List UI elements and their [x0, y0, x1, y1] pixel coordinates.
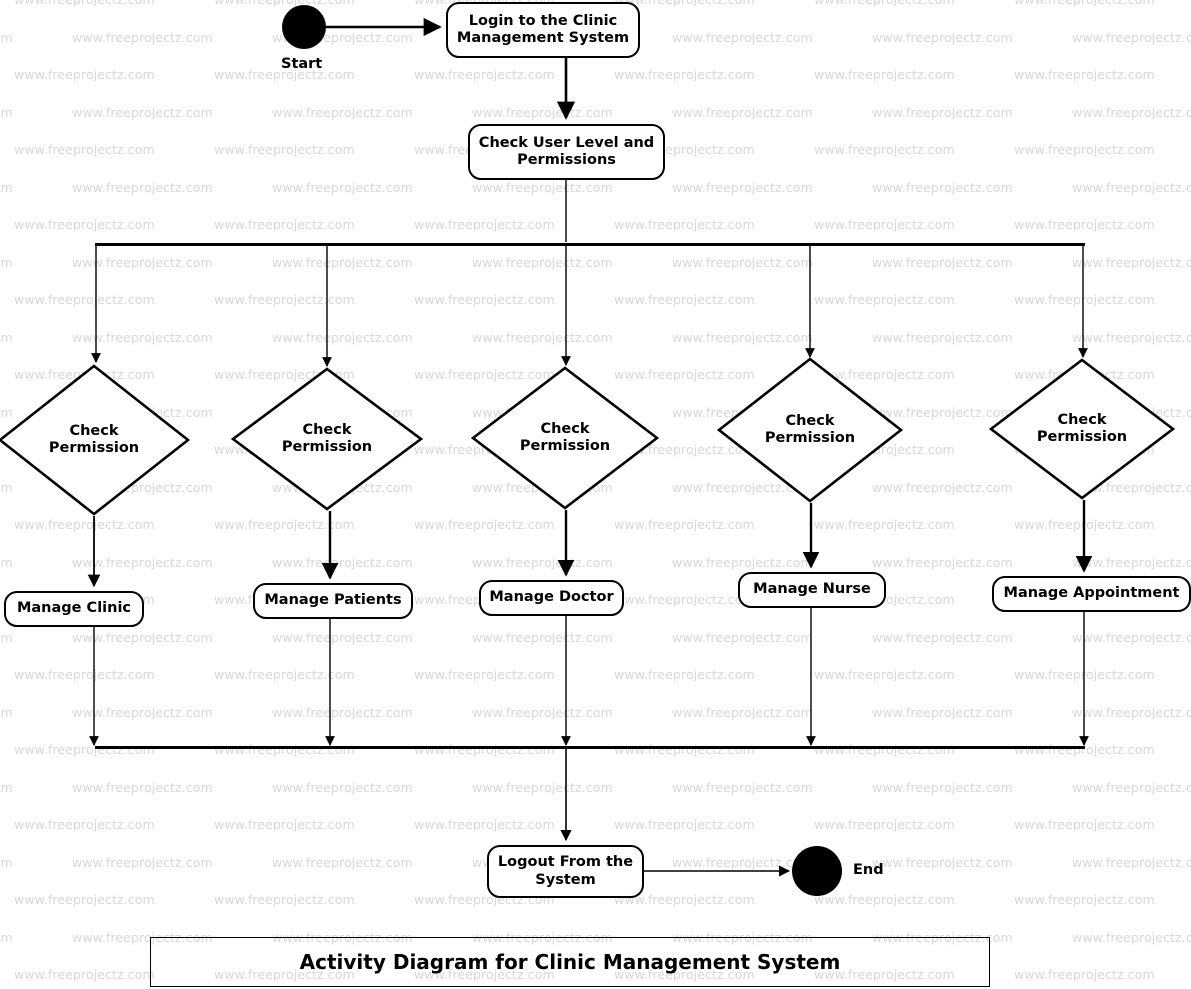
end-node[interactable]: [792, 846, 842, 896]
diagram-layer: Start End Login to the Clinic Management…: [0, 0, 1191, 989]
activity-node-manage-clinic[interactable]: Manage Clinic: [4, 591, 144, 627]
fork-bar: [95, 243, 1085, 246]
activity-node-manage-patients-label: Manage Patients: [264, 592, 402, 609]
decision-node-check-permission-2[interactable]: Check Permission: [230, 367, 424, 511]
activity-node-manage-appointment[interactable]: Manage Appointment: [992, 576, 1191, 612]
activity-node-manage-doctor-label: Manage Doctor: [489, 589, 614, 606]
start-node[interactable]: [282, 5, 326, 49]
end-node-label: End: [853, 862, 884, 878]
activity-node-manage-patients[interactable]: Manage Patients: [253, 583, 413, 619]
join-bar: [95, 746, 1085, 749]
activity-node-logout-label: Logout From the System: [497, 854, 634, 888]
activity-node-logout[interactable]: Logout From the System: [487, 845, 644, 898]
decision-node-check-permission-1[interactable]: Check Permission: [0, 364, 191, 516]
activity-node-manage-nurse-label: Manage Nurse: [753, 581, 871, 598]
decision-node-check-permission-5[interactable]: Check Permission: [988, 358, 1176, 500]
diagram-title: Activity Diagram for Clinic Management S…: [299, 950, 841, 974]
activity-node-manage-doctor[interactable]: Manage Doctor: [479, 580, 624, 616]
decision-node-check-permission-4[interactable]: Check Permission: [716, 357, 904, 503]
start-node-label: Start: [281, 56, 323, 72]
activity-node-check-user-level-label: Check User Level and Permissions: [478, 134, 655, 168]
diagram-title-box: Activity Diagram for Clinic Management S…: [150, 937, 990, 987]
activity-node-login-label: Login to the Clinic Management System: [456, 12, 630, 46]
activity-node-manage-appointment-label: Manage Appointment: [1003, 585, 1180, 602]
activity-node-login[interactable]: Login to the Clinic Management System: [446, 2, 640, 58]
activity-diagram-canvas: www.freeprojectz.comwww.freeprojectz.com…: [0, 0, 1191, 989]
decision-node-check-permission-3[interactable]: Check Permission: [470, 366, 660, 510]
activity-node-check-user-level[interactable]: Check User Level and Permissions: [468, 124, 665, 180]
activity-node-manage-clinic-label: Manage Clinic: [16, 600, 132, 617]
activity-node-manage-nurse[interactable]: Manage Nurse: [738, 572, 886, 608]
